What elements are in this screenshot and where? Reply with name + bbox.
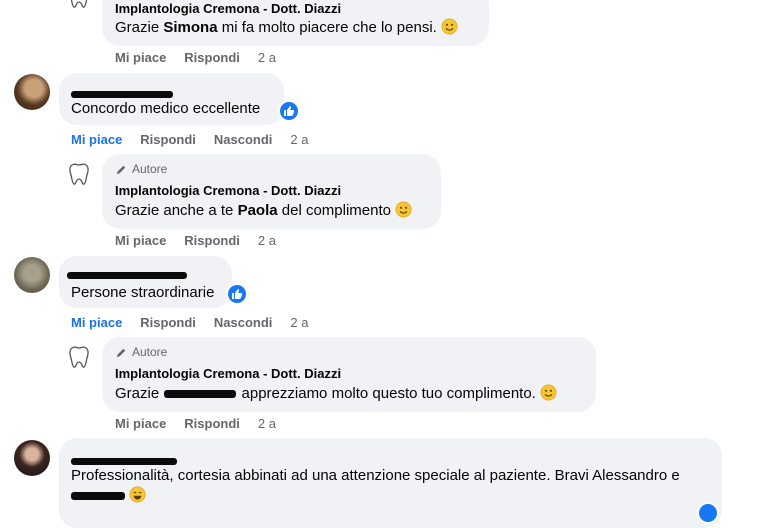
comment-actions: Mi piace Rispondi Nascondi 2 a xyxy=(71,315,327,330)
avatar[interactable] xyxy=(14,440,50,476)
pencil-icon xyxy=(116,348,126,357)
comment-author[interactable]: Implantologia Cremona - Dott. Diazzi xyxy=(115,366,341,381)
page-avatar-tooth-icon[interactable] xyxy=(64,342,94,372)
like-button[interactable]: Mi piace xyxy=(71,132,122,147)
timestamp[interactable]: 2 a xyxy=(258,50,276,65)
comment-text: Grazie apprezziamo molto questo tuo comp… xyxy=(115,384,557,404)
reply-button[interactable]: Rispondi xyxy=(184,50,240,65)
mention[interactable]: Simona xyxy=(163,19,217,36)
avatar[interactable] xyxy=(14,257,50,293)
comment-bubble: Professionalità, cortesia abbinati ad un… xyxy=(59,438,722,528)
comment-actions: Mi piace Rispondi 2 a xyxy=(115,233,294,248)
comment-actions: Mi piace Rispondi 2 a xyxy=(115,50,294,65)
comment-bubble: Concordo medico eccellente xyxy=(59,73,284,125)
redacted-mention xyxy=(71,492,125,501)
comment-bubble: Autore Implantologia Cremona - Dott. Dia… xyxy=(102,154,441,229)
like-reaction-icon[interactable] xyxy=(226,283,248,305)
hide-button[interactable]: Nascondi xyxy=(214,315,273,330)
comment-text: Persone straordinarie xyxy=(71,284,215,301)
mention[interactable]: Paola xyxy=(238,202,278,219)
author-badge: Autore xyxy=(115,345,167,359)
comment-text: Professionalità, cortesia abbinati ad un… xyxy=(71,466,680,506)
reply-button[interactable]: Rispondi xyxy=(140,132,196,147)
page-avatar-tooth-icon[interactable] xyxy=(64,159,94,189)
smiley-emoji-icon xyxy=(441,18,458,35)
comment-bubble: Implantologia Cremona - Dott. Diazzi Gra… xyxy=(102,0,489,46)
comment-text: Grazie Simona mi fa molto piacere che lo… xyxy=(115,18,458,38)
like-button[interactable]: Mi piace xyxy=(115,416,166,431)
smiley-emoji-icon xyxy=(540,384,557,401)
comment-actions: Mi piace Rispondi 2 a xyxy=(115,416,294,431)
reply-button[interactable]: Rispondi xyxy=(184,233,240,248)
hide-button[interactable]: Nascondi xyxy=(214,132,273,147)
comment-actions: Mi piace Rispondi Nascondi 2 a xyxy=(71,132,327,147)
comment-bubble: Persone straordinarie xyxy=(59,256,232,308)
like-button[interactable]: Mi piace xyxy=(115,50,166,65)
reply-button[interactable]: Rispondi xyxy=(140,315,196,330)
timestamp[interactable]: 2 a xyxy=(258,416,276,431)
timestamp[interactable]: 2 a xyxy=(290,132,308,147)
comment-author[interactable]: Implantologia Cremona - Dott. Diazzi xyxy=(115,1,341,16)
avatar[interactable] xyxy=(14,74,50,110)
comment-bubble: Autore Implantologia Cremona - Dott. Dia… xyxy=(102,337,596,412)
like-button[interactable]: Mi piace xyxy=(71,315,122,330)
pencil-icon xyxy=(116,165,126,174)
smiley-emoji-icon xyxy=(395,201,412,218)
reply-button[interactable]: Rispondi xyxy=(184,416,240,431)
timestamp[interactable]: 2 a xyxy=(290,315,308,330)
timestamp[interactable]: 2 a xyxy=(258,233,276,248)
page-avatar-tooth-icon[interactable] xyxy=(64,0,94,12)
comment-text: Grazie anche a te Paola del complimento xyxy=(115,201,412,221)
like-reaction-icon[interactable] xyxy=(278,100,300,122)
grin-emoji-icon xyxy=(129,486,146,503)
redacted-mention xyxy=(164,390,237,399)
comment-text: Concordo medico eccellente xyxy=(71,100,261,117)
comment-author[interactable]: Implantologia Cremona - Dott. Diazzi xyxy=(115,183,341,198)
like-reaction-icon[interactable] xyxy=(697,502,719,524)
like-button[interactable]: Mi piace xyxy=(115,233,166,248)
author-badge: Autore xyxy=(115,162,167,176)
